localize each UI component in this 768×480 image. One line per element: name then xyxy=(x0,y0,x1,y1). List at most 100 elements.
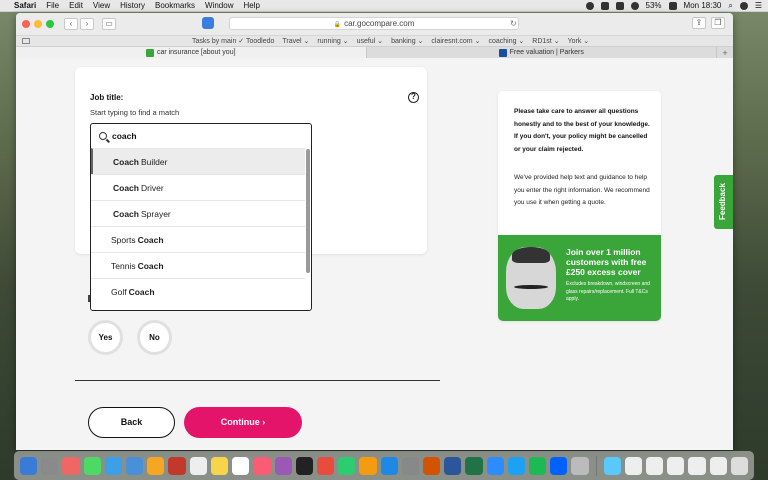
bookmark-item[interactable]: York ⌄ xyxy=(568,37,590,45)
guidance-text: We've provided help text and guidance to… xyxy=(514,174,650,206)
suggestion-item[interactable]: Tennis Coach xyxy=(91,252,305,278)
privacy-shield-icon[interactable] xyxy=(202,17,214,29)
bookmark-item[interactable]: banking ⌄ xyxy=(391,37,423,45)
bookmark-item[interactable]: useful ⌄ xyxy=(357,37,384,45)
bookmark-item[interactable]: coaching ⌄ xyxy=(488,37,524,45)
bookmark-item[interactable]: RD1st ⌄ xyxy=(532,37,559,45)
dropbox-icon[interactable] xyxy=(600,1,609,10)
menu-app-safari[interactable]: Safari xyxy=(14,1,36,10)
menubar-clock[interactable]: Mon 18:30 xyxy=(684,1,722,10)
menu-view[interactable]: View xyxy=(93,1,110,10)
window-thumbnail[interactable] xyxy=(624,456,642,475)
menu-window[interactable]: Window xyxy=(205,1,233,10)
job-title-search[interactable] xyxy=(91,124,311,148)
menu-help[interactable]: Help xyxy=(243,1,259,10)
status-icon[interactable] xyxy=(585,1,594,10)
minimize-window-icon[interactable] xyxy=(34,20,42,28)
help-icon[interactable]: ? xyxy=(408,92,419,103)
preview-icon[interactable] xyxy=(571,456,589,475)
control-center-icon[interactable]: ☰ xyxy=(755,1,762,10)
forward-nav-icon[interactable]: › xyxy=(80,18,94,30)
window-thumbnail[interactable] xyxy=(688,456,706,475)
bookmarks-grid-icon[interactable] xyxy=(22,38,30,44)
bookmarks-bar: Tasks by main ✓ Toodledo Travel ⌄ runnin… xyxy=(16,35,733,46)
trash-icon[interactable] xyxy=(730,456,748,475)
macos-dock xyxy=(14,451,754,480)
back-nav-icon[interactable]: ‹ xyxy=(64,18,78,30)
window-thumbnail[interactable] xyxy=(709,456,727,475)
zoom-window-icon[interactable] xyxy=(46,20,54,28)
numbers-icon[interactable] xyxy=(338,456,356,475)
music-icon[interactable] xyxy=(253,456,271,475)
launchpad-icon[interactable] xyxy=(41,456,59,475)
new-tab-icon[interactable]: + xyxy=(717,47,733,58)
photo-app-icon[interactable] xyxy=(62,456,80,475)
no-button[interactable]: No xyxy=(137,320,172,355)
bookmark-item[interactable]: clairesnt.com ⌄ xyxy=(431,37,480,45)
window-thumbnail[interactable] xyxy=(667,456,685,475)
sidebar-toggle-icon[interactable]: ▭ xyxy=(102,18,116,30)
menu-edit[interactable]: Edit xyxy=(69,1,83,10)
system-preferences-icon[interactable] xyxy=(401,456,419,475)
photos-icon[interactable] xyxy=(147,456,165,475)
job-title-input[interactable] xyxy=(112,131,292,141)
powerpoint-icon[interactable] xyxy=(422,456,441,475)
reminders-icon[interactable] xyxy=(232,456,250,475)
word-icon[interactable] xyxy=(444,456,462,475)
battery-icon[interactable] xyxy=(668,1,677,10)
app-store-icon[interactable] xyxy=(380,456,398,475)
notes-icon[interactable] xyxy=(210,456,229,475)
apple-tv-icon[interactable] xyxy=(295,456,313,475)
suggestion-item[interactable]: Coach Sprayer xyxy=(91,200,305,226)
suggestion-scrollbar[interactable] xyxy=(306,149,310,273)
suggestion-item[interactable]: Coach Driver xyxy=(91,174,305,200)
wifi-icon[interactable] xyxy=(630,1,639,10)
tab-car-insurance[interactable]: car insurance [about you] xyxy=(16,47,367,58)
podcasts-icon[interactable] xyxy=(274,456,292,475)
mail-icon[interactable] xyxy=(126,456,144,475)
continue-button[interactable]: Continue › xyxy=(184,407,302,438)
menu-file[interactable]: File xyxy=(46,1,59,10)
suggestion-item[interactable]: Golf Coach xyxy=(91,278,305,304)
address-bar[interactable]: 🔒 car.gocompare.com xyxy=(229,17,519,30)
menu-history[interactable]: History xyxy=(120,1,145,10)
siri-icon[interactable] xyxy=(739,1,748,10)
pages-icon[interactable] xyxy=(359,456,377,475)
news-icon[interactable] xyxy=(316,456,335,475)
finder-icon[interactable] xyxy=(20,456,38,475)
spotlight-icon[interactable]: ⌕ xyxy=(728,1,732,11)
menubar-status-area: 53% Mon 18:30 ⌕ ☰ xyxy=(585,1,762,11)
lock-icon: 🔒 xyxy=(333,22,342,28)
tab-parkers[interactable]: Free valuation | Parkers xyxy=(367,47,717,58)
back-button[interactable]: Back xyxy=(88,407,175,438)
spotify-icon[interactable] xyxy=(528,456,547,475)
calendar-icon[interactable] xyxy=(189,456,207,475)
messages-icon[interactable] xyxy=(83,456,101,475)
tabs-overview-icon[interactable]: ❐ xyxy=(711,17,725,29)
airplay-icon[interactable] xyxy=(615,1,624,10)
bookmark-item[interactable]: Tasks by main ✓ Toodledo xyxy=(192,37,274,45)
suggestion-item[interactable]: Sports Coach xyxy=(91,226,305,252)
safari-icon[interactable] xyxy=(104,456,123,475)
excel-icon[interactable] xyxy=(465,456,483,475)
dropbox-dock-icon[interactable] xyxy=(550,456,568,475)
yes-button[interactable]: Yes xyxy=(88,320,123,355)
menu-bookmarks[interactable]: Bookmarks xyxy=(155,1,195,10)
zoom-icon[interactable] xyxy=(486,456,504,475)
dock-separator xyxy=(595,455,597,476)
reload-icon[interactable]: ↻ xyxy=(510,19,517,28)
job-title-hint: Start typing to find a match xyxy=(90,108,180,117)
app-icon[interactable] xyxy=(507,456,525,475)
bookmark-item[interactable]: running ⌄ xyxy=(317,37,348,45)
downloads-folder-icon[interactable] xyxy=(603,456,621,475)
contacts-icon[interactable] xyxy=(168,456,186,475)
gocompare-favicon-icon xyxy=(145,48,154,57)
battery-percent[interactable]: 53% xyxy=(646,1,662,10)
share-icon[interactable]: ⇪ xyxy=(692,17,706,29)
feedback-tab[interactable]: Feedback xyxy=(714,175,733,229)
excess-cover-promo: Join over 1 million customers with free … xyxy=(498,235,661,321)
window-thumbnail[interactable] xyxy=(645,456,664,475)
bookmark-item[interactable]: Travel ⌄ xyxy=(282,37,309,45)
suggestion-item[interactable]: Coach Builder xyxy=(91,148,305,174)
close-window-icon[interactable] xyxy=(22,20,30,28)
